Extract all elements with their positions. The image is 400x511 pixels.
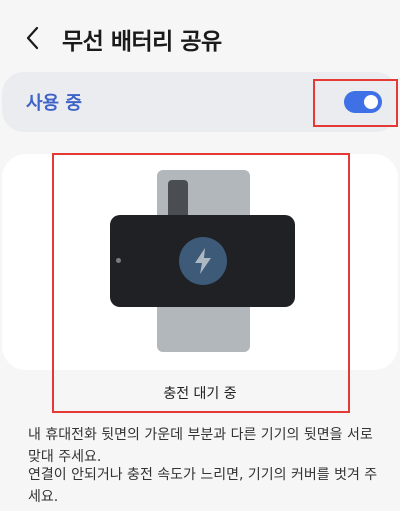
back-button[interactable]	[22, 24, 44, 52]
switch-highlight-box	[313, 79, 398, 127]
instruction-text-2: 연결이 안되거나 충전 속도가 느리면, 기기의 커버를 벗겨 주세요.	[28, 467, 378, 505]
instruction-text-1: 내 휴대전화 뒷면의 가운데 부분과 다른 기기의 뒷면을 서로 맞대 주세요.	[28, 427, 373, 465]
page-title: 무선 배터리 공유	[62, 29, 222, 55]
header-bar: 무선 배터리 공유	[0, 0, 400, 70]
illustration-highlight-box	[52, 153, 350, 413]
chevron-left-icon	[26, 26, 39, 50]
toggle-label: 사용 중	[26, 93, 82, 114]
